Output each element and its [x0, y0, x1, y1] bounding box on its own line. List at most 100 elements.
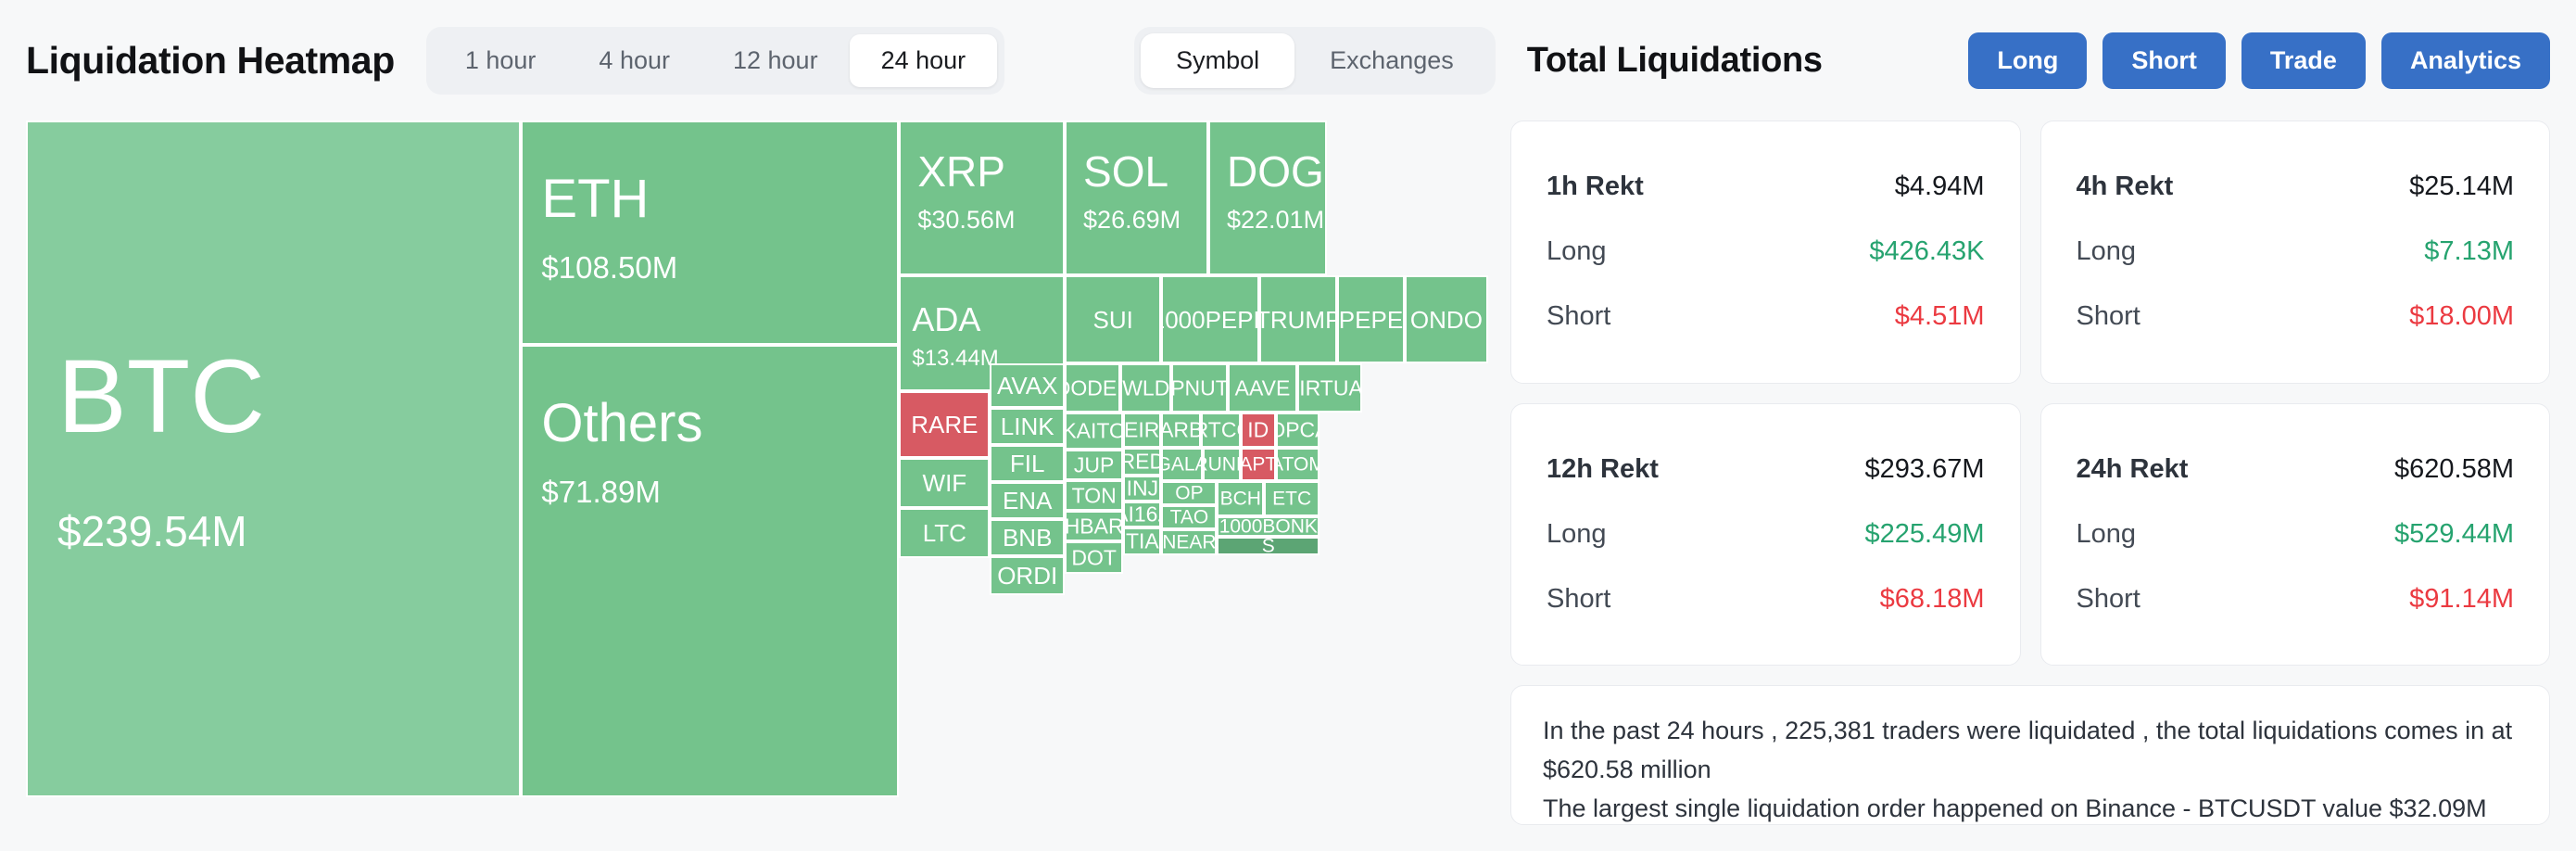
stat-short-label: Short — [2077, 584, 2140, 615]
treemap-tile-symbol: FIL — [1010, 451, 1045, 476]
treemap-tile-trump[interactable]: TRUMP — [1259, 275, 1337, 363]
treemap-tile-gala[interactable]: GALA — [1161, 448, 1202, 481]
treemap-tile-hbar[interactable]: HBAR — [1065, 511, 1123, 541]
treemap-tile-bch[interactable]: BCH — [1217, 481, 1264, 516]
treemap-tile-red[interactable]: RED — [1123, 448, 1161, 476]
treemap-tile-wif[interactable]: WIF — [899, 458, 990, 508]
treemap-tile-sol[interactable]: SOL$26.69M — [1065, 121, 1208, 275]
treemap-tile-tia[interactable]: TIA — [1123, 527, 1161, 555]
stat-period-row: 24h Rekt$620.58M — [2077, 454, 2515, 485]
stat-short-row: Short $91.14M — [2077, 584, 2515, 615]
treemap-tile-id[interactable]: ID — [1241, 413, 1276, 448]
long-button[interactable]: Long — [1968, 32, 2087, 89]
stat-short-value: $91.14M — [2409, 584, 2514, 615]
treemap-tile-fartcoin[interactable]: FARTCOIN — [1201, 413, 1241, 448]
treemap-tile-link[interactable]: LINK — [990, 408, 1065, 445]
stat-card-1h: 1h Rekt$4.94MLong$426.43KShort$4.51M — [1510, 121, 2021, 384]
treemap-tile-inj[interactable]: INJ — [1123, 476, 1161, 502]
treemap-tile-ordi[interactable]: ORDI — [990, 556, 1065, 595]
view-mode-exchanges[interactable]: Exchanges — [1294, 33, 1489, 88]
treemap-tile-sui[interactable]: SUI — [1065, 275, 1161, 363]
stat-short-value: $68.18M — [1880, 584, 1985, 615]
treemap-tile-pnut[interactable]: PNUT — [1171, 363, 1227, 413]
treemap-tile-xrp[interactable]: XRP$30.56M — [899, 121, 1065, 275]
treemap-tile-1000pepe[interactable]: 1000PEPE — [1161, 275, 1259, 363]
treemap-tile-symbol: ENA — [1003, 489, 1052, 513]
stat-short-row: Short $68.18M — [1547, 584, 1985, 615]
timeframe-4-hour[interactable]: 4 hour — [567, 34, 701, 87]
treemap-tile-ltc[interactable]: LTC — [899, 508, 990, 558]
treemap-tile-ondo[interactable]: ONDO — [1405, 275, 1488, 363]
treemap-tile-ena[interactable]: ENA — [990, 482, 1065, 519]
treemap-tile-1000bonk[interactable]: 1000BONK — [1217, 516, 1320, 537]
treemap-tile-value: $13.44M — [912, 348, 998, 370]
treemap-tile-kaito[interactable]: KAITO — [1065, 413, 1123, 450]
treemap-tile-pepe[interactable]: PEPE — [1337, 275, 1405, 363]
treemap-tile-moodeng[interactable]: MOODENG — [1065, 363, 1120, 413]
treemap-tile-value: $108.50M — [541, 252, 677, 283]
treemap-tile-aave[interactable]: AAVE — [1228, 363, 1298, 413]
treemap-tile-symbol: KAITO — [1065, 421, 1123, 442]
treemap-tile-s[interactable]: S — [1217, 537, 1320, 555]
stat-card-24h: 24h Rekt$620.58MLong$529.44MShort$91.14M — [2040, 403, 2551, 667]
treemap-tile-symbol: PEPE — [1339, 308, 1403, 332]
treemap-tile-btc[interactable]: BTC$239.54M — [26, 121, 521, 797]
treemap-tile-ai16z[interactable]: AI16Z — [1123, 502, 1161, 527]
treemap-tile-symbol: BNB — [1003, 526, 1052, 550]
analytics-button[interactable]: Analytics — [2381, 32, 2550, 89]
treemap-tile-fil[interactable]: FIL — [990, 445, 1065, 482]
treemap-tile-atom[interactable]: ATOM — [1276, 448, 1320, 481]
treemap-tile-rune[interactable]: RUNE — [1203, 448, 1241, 481]
total-liquidations-title: Total Liquidations — [1527, 41, 1823, 81]
treemap-tile-wld[interactable]: WLD — [1120, 363, 1171, 413]
treemap-tile-bnb[interactable]: BNB — [990, 519, 1065, 556]
view-mode-symbol[interactable]: Symbol — [1141, 33, 1294, 88]
treemap-tile-neiro[interactable]: NEIRO — [1123, 413, 1161, 448]
stat-period-label: 4h Rekt — [2077, 171, 2174, 202]
stat-short-label: Short — [1547, 584, 1610, 615]
treemap-tile-arb[interactable]: ARB — [1161, 413, 1201, 448]
summary-line-2: The largest single liquidation order hap… — [1543, 790, 2518, 829]
treemap-tile-op[interactable]: OP — [1161, 481, 1217, 505]
short-button[interactable]: Short — [2102, 32, 2226, 89]
treemap-tile-symbol: LTC — [923, 521, 966, 545]
treemap-tile-symbol: AI16Z — [1123, 504, 1161, 526]
timeframe-1-hour[interactable]: 1 hour — [434, 34, 568, 87]
treemap-tile-popcat[interactable]: POPCAT — [1276, 413, 1320, 448]
treemap-tile-value: $71.89M — [541, 476, 660, 507]
treemap-tile-apt[interactable]: APT — [1241, 448, 1276, 481]
view-mode-segmented-control[interactable]: SymbolExchanges — [1134, 27, 1496, 95]
treemap-tile-symbol: ETC — [1272, 489, 1311, 509]
treemap-tile-symbol: ARB — [1161, 420, 1201, 441]
treemap-tile-symbol: MOODENG — [1065, 377, 1120, 399]
treemap-tile-avax[interactable]: AVAX — [990, 363, 1065, 408]
treemap-tile-symbol: RARE — [911, 413, 978, 437]
treemap-tile-symbol: JUP — [1074, 454, 1114, 476]
stat-card-4h: 4h Rekt$25.14MLong$7.13MShort$18.00M — [2040, 121, 2551, 384]
timeframe-24-hour[interactable]: 24 hour — [850, 34, 998, 87]
treemap-tile-virtual[interactable]: VIRTUAL — [1297, 363, 1362, 413]
treemap-tile-doge[interactable]: DOGE$22.01M — [1208, 121, 1327, 275]
treemap-tile-symbol: NEIRO — [1123, 420, 1161, 441]
treemap-tile-symbol: DOGE — [1227, 150, 1327, 193]
treemap-tile-jup[interactable]: JUP — [1065, 450, 1123, 480]
timeframe-12-hour[interactable]: 12 hour — [701, 34, 850, 87]
treemap-tile-near[interactable]: NEAR — [1161, 529, 1217, 555]
treemap-tile-dot[interactable]: DOT — [1065, 541, 1123, 574]
stat-short-row: Short$4.51M — [1547, 301, 1985, 332]
treemap-tile-ton[interactable]: TON — [1065, 480, 1123, 511]
stat-long-label: Long — [1547, 519, 1607, 550]
treemap-tile-others[interactable]: Others$71.89M — [521, 345, 899, 797]
treemap-tile-symbol: ONDO — [1410, 308, 1483, 332]
stat-total-value: $293.67M — [1865, 454, 1985, 485]
treemap-tile-eth[interactable]: ETH$108.50M — [521, 121, 899, 345]
treemap-tile-rare[interactable]: RARE — [899, 391, 990, 458]
treemap-tile-tao[interactable]: TAO — [1161, 505, 1217, 529]
liquidation-treemap-chart[interactable]: BTC$239.54METH$108.50MOthers$71.89MXRP$3… — [26, 121, 1488, 797]
treemap-tile-symbol: NEAR — [1162, 533, 1216, 553]
treemap-tile-symbol: WIF — [923, 471, 967, 495]
timeframe-segmented-control[interactable]: 1 hour4 hour12 hour24 hour — [426, 27, 1004, 95]
trade-button[interactable]: Trade — [2241, 32, 2366, 89]
treemap-tile-etc[interactable]: ETC — [1264, 481, 1320, 516]
treemap-tile-symbol: PNUT — [1171, 377, 1227, 399]
